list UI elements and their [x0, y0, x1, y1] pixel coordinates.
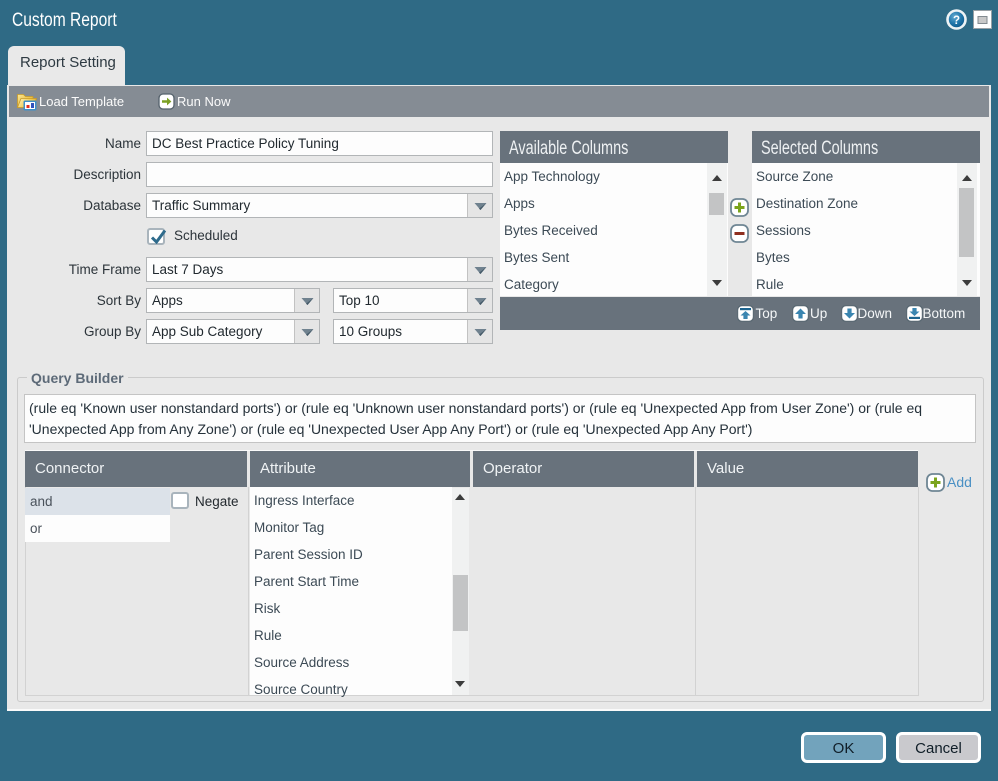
svg-text:?: ? — [953, 15, 960, 27]
